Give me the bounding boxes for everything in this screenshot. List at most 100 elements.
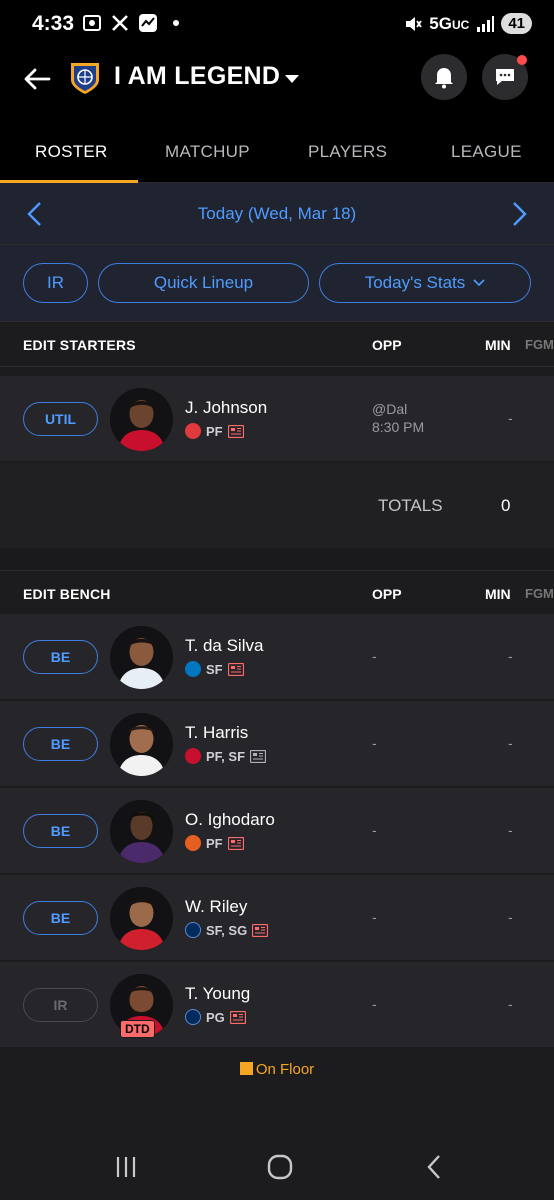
status-bar: 4:33 5GUC 41 [0,0,554,48]
opponent-cell: @Dal 8:30 PM [372,401,425,435]
minutes-cell: - [508,410,513,426]
mute-icon [406,16,423,31]
injury-status-badge: DTD [120,1020,155,1038]
player-meta: SF [185,661,244,677]
news-icon[interactable] [250,749,267,763]
opponent-cell: - [372,996,377,1012]
team-logo-icon [185,1009,201,1025]
opponent-cell: - [372,648,377,664]
status-time: 4:33 [32,12,75,35]
minutes-cell: - [508,822,513,838]
chevron-right-icon[interactable] [508,201,530,227]
slot-button[interactable]: BE [23,727,98,761]
team-name[interactable]: I AM LEGEND [114,62,280,91]
col-fgm: FGM [525,337,554,352]
slot-button[interactable]: UTIL [23,402,98,436]
player-avatar [110,713,173,776]
tab-roster[interactable]: ROSTER [35,142,108,162]
col-min: MIN [485,586,511,602]
system-nav-bar [0,1138,554,1200]
tab-league[interactable]: LEAGUE [451,142,522,162]
opponent-cell: - [372,909,377,925]
player-positions: PF, SF [206,748,246,764]
player-positions: PF [206,423,223,439]
ir-button[interactable]: IR [23,263,88,303]
player-meta: SF, SG [185,922,269,938]
signal-icon [477,15,495,32]
opponent-cell: - [372,822,377,838]
table-row[interactable]: BE W. Riley SF, SG - - [0,875,554,961]
col-fgm: FGM [525,586,554,601]
player-name[interactable]: J. Johnson [185,398,267,418]
messages-button[interactable] [482,54,528,100]
chevron-down-icon[interactable] [284,74,300,84]
x-app-icon [112,15,128,31]
table-row[interactable]: IR DTD T. Young PG - - [0,962,554,1048]
slot-button[interactable]: BE [23,814,98,848]
legend-swatch [239,1062,253,1075]
totals-label: TOTALS [378,496,443,515]
player-name[interactable]: T. Harris [185,723,248,743]
player-positions: SF [206,661,223,677]
col-opp: OPP [372,337,402,353]
more-notifications-dot-icon [173,20,179,26]
action-row: IR Quick Lineup Today's Stats [0,245,554,321]
player-name[interactable]: T. da Silva [185,636,263,656]
bench-title[interactable]: EDIT BENCH [23,586,111,602]
status-notification-icons [82,13,186,33]
todays-stats-dropdown[interactable]: Today's Stats [319,263,531,303]
player-meta: PF [185,835,244,851]
tab-matchup[interactable]: MATCHUP [165,142,250,162]
player-meta: PG [185,1009,246,1025]
back-icon[interactable] [420,1152,450,1182]
section-divider [0,548,554,572]
table-row[interactable]: BE T. da Silva SF - - [0,614,554,700]
player-avatar [110,388,173,451]
player-avatar [110,887,173,950]
minutes-cell: - [508,648,513,664]
news-icon[interactable] [252,923,269,937]
screenshot-icon [83,15,101,31]
totals-row: TOTALS 0 [0,462,554,548]
status-right: 5GUC 41 [403,13,532,34]
tab-players[interactable]: PLAYERS [308,142,387,162]
player-positions: PF [206,835,223,851]
notification-dot [517,55,527,65]
slot-button[interactable]: BE [23,640,98,674]
player-meta: PF [185,423,244,439]
player-name[interactable]: O. Ighodaro [185,810,275,830]
tab-bar: ROSTER MATCHUP PLAYERS LEAGUE [0,120,554,183]
bell-icon [435,68,453,89]
team-logo-icon [185,423,201,439]
current-date[interactable]: Today (Wed, Mar 18) [0,204,554,224]
minutes-cell: - [508,909,513,925]
table-row[interactable]: BE T. Harris PF, SF - - [0,701,554,787]
recent-apps-icon[interactable] [111,1152,141,1182]
team-logo-icon [71,63,99,94]
team-logo-icon [185,661,201,677]
starters-title[interactable]: EDIT STARTERS [23,337,136,353]
on-floor-legend: On Floor [0,1061,554,1078]
table-row[interactable]: UTIL J. Johnson PF @Dal 8:30 PM - [0,376,554,462]
slot-button[interactable]: IR [23,988,98,1022]
news-icon[interactable] [227,836,244,850]
news-icon[interactable] [227,424,244,438]
table-row[interactable]: BE O. Ighodaro PF - - [0,788,554,874]
chat-icon [496,69,514,85]
player-name[interactable]: T. Young [185,984,250,1004]
notifications-button[interactable] [421,54,467,100]
news-icon[interactable] [227,662,244,676]
news-icon[interactable] [229,1010,246,1024]
slot-button[interactable]: BE [23,901,98,935]
chevron-down-icon [473,279,485,287]
team-logo-icon [185,922,201,938]
player-name[interactable]: W. Riley [185,897,247,917]
opponent-cell: - [372,735,377,751]
starters-header: EDIT STARTERS OPP MIN FGM [0,321,554,367]
back-arrow-icon[interactable] [22,64,52,94]
quick-lineup-button[interactable]: Quick Lineup [98,263,309,303]
player-positions: SF, SG [206,922,248,938]
player-avatar [110,800,173,863]
player-meta: PF, SF [185,748,267,764]
home-icon[interactable] [265,1152,295,1182]
